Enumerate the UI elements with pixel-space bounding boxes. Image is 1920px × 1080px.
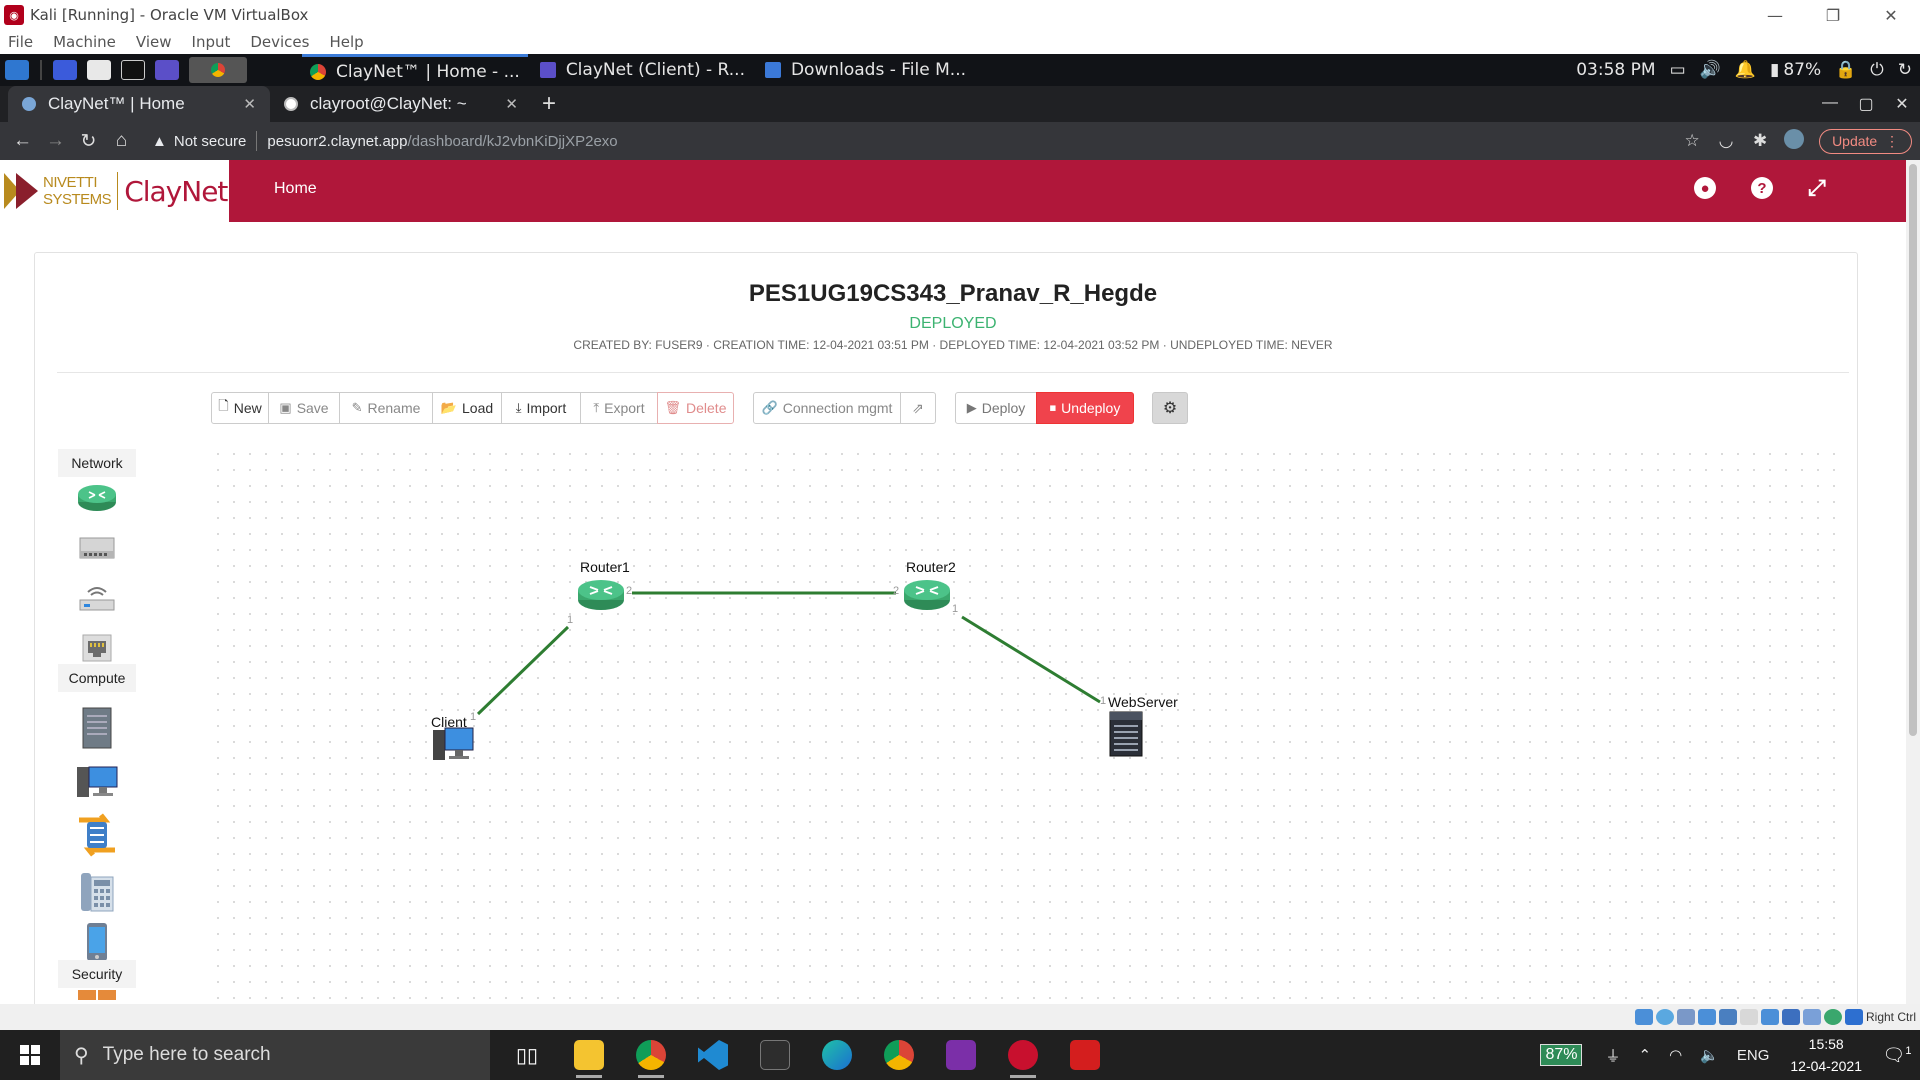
router2-label: Router2 <box>906 559 956 575</box>
speaker-icon[interactable]: 🔈 <box>1700 1046 1719 1064</box>
file-explorer-icon[interactable] <box>558 1030 620 1080</box>
usb-icon[interactable] <box>1718 1009 1737 1025</box>
router-icon <box>904 580 950 610</box>
video-capture-icon[interactable] <box>1781 1009 1800 1025</box>
terminal-taskbar-icon[interactable] <box>744 1030 806 1080</box>
pc-icon <box>433 727 474 760</box>
chrome-profile-icon[interactable] <box>868 1030 930 1080</box>
hdd-icon[interactable] <box>1634 1009 1653 1025</box>
taskbar-search[interactable]: ⚲ Type here to search <box>60 1030 490 1080</box>
display-icon[interactable] <box>1760 1009 1779 1025</box>
vbox-statusbar: Right Ctrl <box>0 1004 1920 1030</box>
router2-port: 2 <box>893 585 900 597</box>
vt-x-icon[interactable] <box>1802 1009 1821 1025</box>
server-icon <box>1109 711 1143 757</box>
host-key-label: Right Ctrl <box>1865 1010 1916 1024</box>
client-node[interactable] <box>431 724 475 769</box>
notification-center-icon[interactable]: 🗨1 <box>1874 1045 1920 1066</box>
search-icon: ⚲ <box>74 1044 89 1067</box>
router1-port: 1 <box>567 614 574 626</box>
windows-taskbar: ⚲ Type here to search ▯▯ 87% ⏚ ⌃ ◠ 🔈 ENG… <box>0 1030 1920 1080</box>
show-hidden-icons[interactable]: ⌃ <box>1639 1046 1652 1064</box>
tray-battery[interactable]: 87% <box>1540 1044 1583 1066</box>
virtualbox-taskbar-icon[interactable] <box>992 1030 1054 1080</box>
router2-port: 1 <box>952 603 959 615</box>
optical-drive-icon[interactable] <box>1655 1009 1674 1025</box>
client-port: 1 <box>470 711 477 723</box>
router2-node[interactable] <box>902 576 952 617</box>
link-router1-client <box>476 625 570 716</box>
shared-folders-icon[interactable] <box>1739 1009 1758 1025</box>
system-tray: 87% ⏚ ⌃ ◠ 🔈 ENG 15:58 12-04-2021 🗨1 <box>1540 1033 1920 1077</box>
windows-logo-icon <box>20 1045 40 1065</box>
start-button[interactable] <box>0 1030 60 1080</box>
link-router2-webserver <box>961 615 1101 704</box>
topology-links <box>476 591 1101 716</box>
audio-icon[interactable] <box>1676 1009 1695 1025</box>
webserver-port: 1 <box>1100 695 1107 707</box>
network-icon[interactable] <box>1697 1009 1716 1025</box>
keyboard-capture-icon[interactable] <box>1844 1009 1863 1025</box>
wifi-icon[interactable]: ◠ <box>1669 1046 1682 1064</box>
language-indicator[interactable]: ENG <box>1737 1047 1770 1064</box>
webserver-label: WebServer <box>1108 694 1178 710</box>
chrome-taskbar-icon[interactable] <box>620 1030 682 1080</box>
router1-node[interactable] <box>576 576 626 617</box>
onenote-icon[interactable] <box>930 1030 992 1080</box>
mouse-integration-icon[interactable] <box>1823 1009 1842 1025</box>
edge-icon[interactable] <box>806 1030 868 1080</box>
router1-label: Router1 <box>580 559 630 575</box>
router1-port: 2 <box>626 585 633 597</box>
webserver-node[interactable] <box>1104 710 1148 763</box>
power-plug-icon[interactable]: ⏚ <box>1605 1045 1620 1066</box>
task-view-icon[interactable]: ▯▯ <box>496 1030 558 1080</box>
taskbar-clock[interactable]: 15:58 12-04-2021 <box>1790 1033 1862 1077</box>
acrobat-icon[interactable] <box>1054 1030 1116 1080</box>
vscode-icon[interactable] <box>682 1030 744 1080</box>
router-icon <box>578 580 624 610</box>
